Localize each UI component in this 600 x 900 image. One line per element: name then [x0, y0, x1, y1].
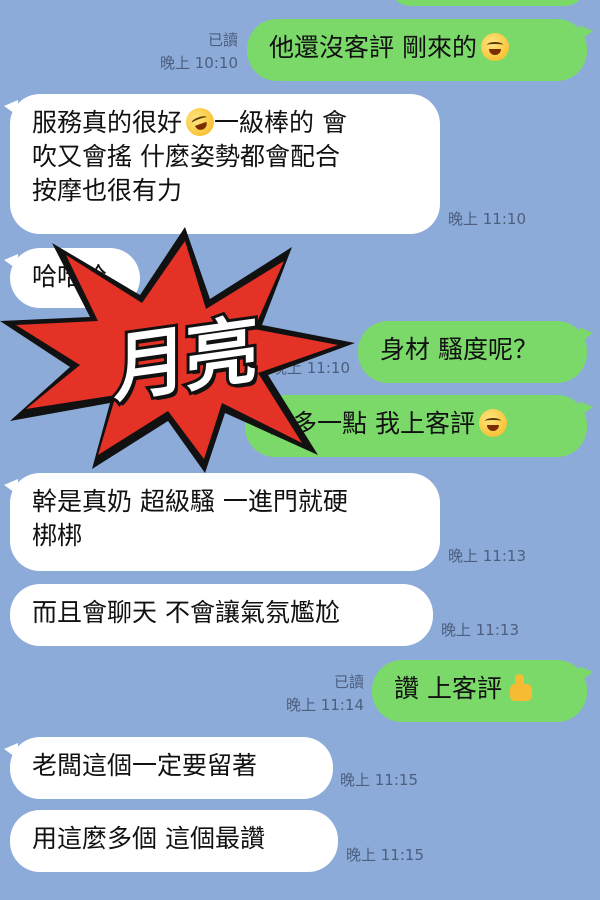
message-text: 一級棒的 會 [214, 108, 347, 137]
message-text: 按摩也很有力 [32, 176, 183, 205]
message-text: 幹是真奶 超級騷 一進門就硬 [32, 487, 348, 516]
message-text: 他還沒客評 剛來的 [269, 33, 477, 62]
read-receipt: 已讀 [333, 673, 364, 691]
outgoing-message[interactable]: 他還沒客評 剛來的 [247, 19, 593, 81]
message-text: 身材 騷度呢？ [380, 335, 538, 364]
rofl-emoji-icon [182, 104, 218, 140]
outgoing-message[interactable]: 身材 騷度呢？ [358, 321, 593, 383]
incoming-message[interactable]: 幹是真奶 超級騷 一進門就硬 梆梆 [4, 473, 440, 571]
incoming-message[interactable]: 服務真的很好 一級棒的 會 吹又會搖 什麼姿勢都會配合 按摩也很有力 [4, 94, 440, 234]
message-timestamp: 晚上 11:13 [448, 547, 526, 565]
message-timestamp: 晚上 11:13 [441, 621, 519, 639]
laughing-tears-emoji-icon [480, 33, 509, 61]
message-text: 服務真的很好 [32, 108, 183, 137]
laughing-tears-emoji-icon [478, 409, 507, 437]
message-timestamp: 晚上 10:10 [160, 54, 238, 72]
message-text: 吹又會搖 什麼姿勢都會配合 [32, 142, 340, 171]
previous-outgoing-bubble [390, 0, 585, 6]
incoming-message[interactable]: 而且會聊天 不會讓氣氛尷尬 [10, 584, 433, 646]
incoming-message[interactable]: 老闆這個一定要留著 [4, 737, 333, 799]
message-text: 梆梆 [32, 521, 83, 550]
message-text: 用這麼多個 這個最讚 [32, 824, 265, 853]
message-timestamp: 晚上 11:15 [340, 771, 418, 789]
message-timestamp: 晚上 11:14 [286, 696, 364, 714]
message-text: 而且會聊天 不會讓氣氛尷尬 [32, 598, 340, 627]
message-timestamp: 晚上 11:15 [346, 846, 424, 864]
message-text: 老闆這個一定要留著 [32, 751, 258, 780]
message-timestamp: 晚上 11:10 [448, 210, 526, 228]
read-receipt: 已讀 [207, 31, 238, 49]
incoming-message[interactable]: 用這麼多個 這個最讚 [10, 810, 338, 872]
message-text: 讚 上客評 [394, 674, 502, 703]
outgoing-message[interactable]: 讚 上客評 [372, 660, 593, 722]
thumbs-up-emoji-icon [506, 673, 534, 703]
